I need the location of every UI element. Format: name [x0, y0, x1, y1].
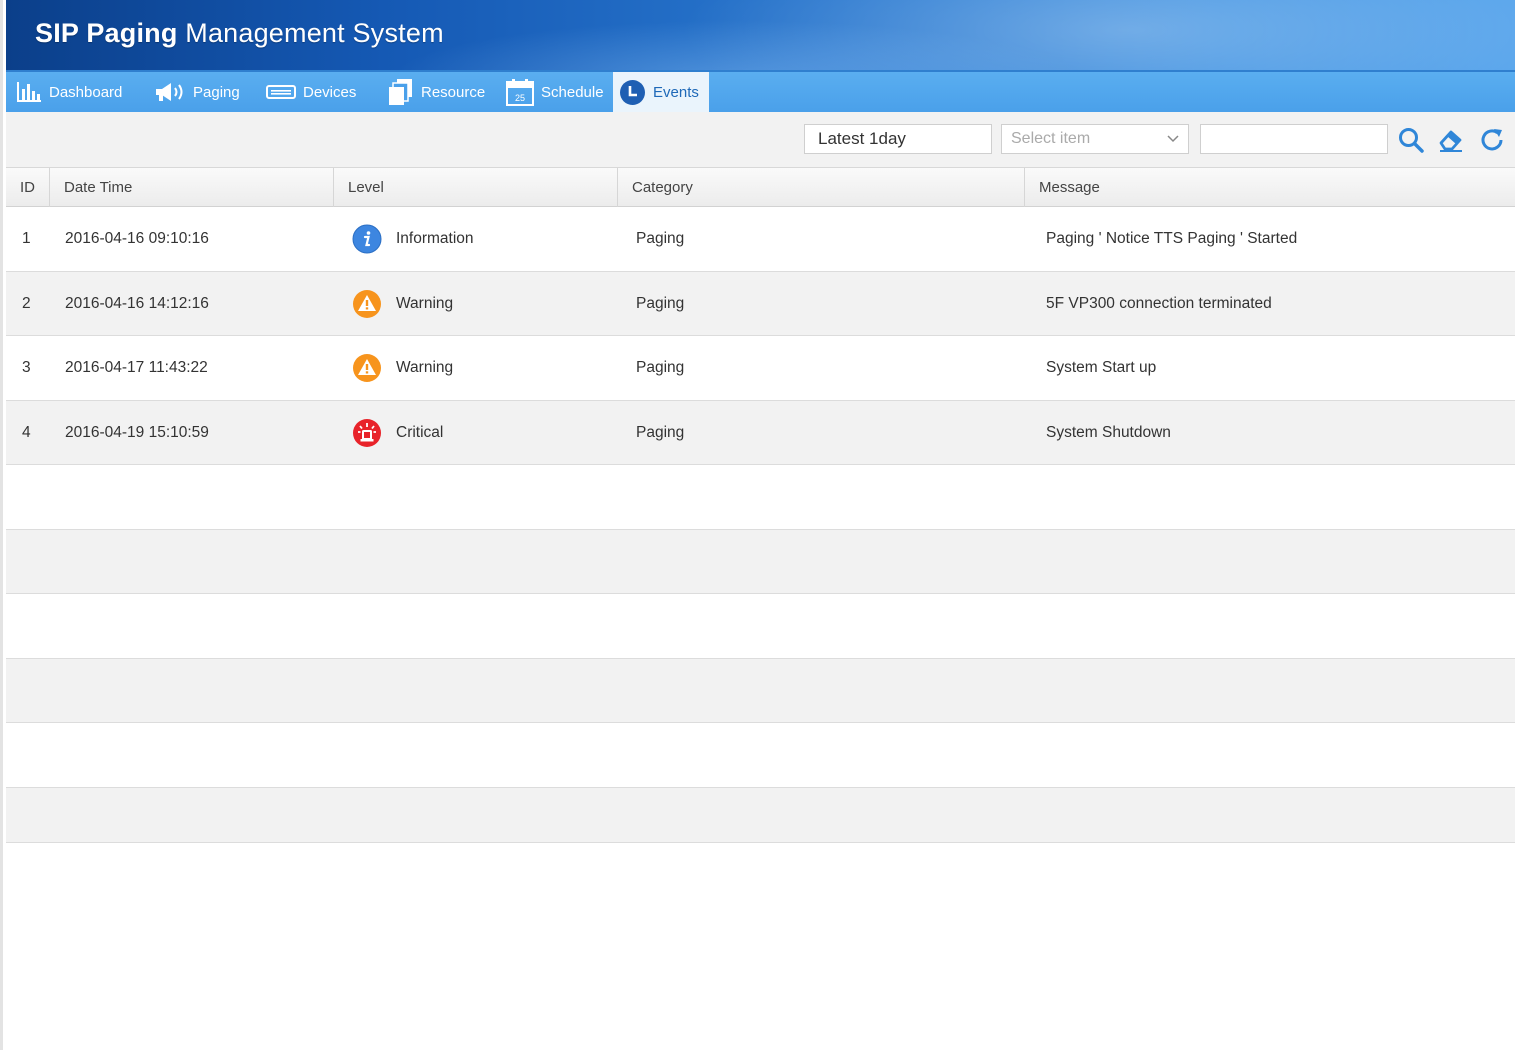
period-filter[interactable]: Latest 1day — [804, 124, 992, 154]
cell-message: System Shutdown — [1046, 423, 1171, 441]
nav-item-paging[interactable]: Paging — [154, 72, 240, 112]
critical-icon — [353, 418, 381, 447]
empty-row — [6, 529, 1515, 594]
cell-level: Critical — [352, 401, 443, 465]
cell-message: Paging ' Notice TTS Paging ' Started — [1046, 230, 1298, 247]
chevron-down-icon — [1167, 135, 1179, 143]
nav-label-devices: Devices — [303, 83, 357, 101]
header-glow-secondary — [386, 20, 1086, 70]
nav-item-devices[interactable]: Devices — [266, 72, 356, 112]
nav-label-paging: Paging — [193, 83, 240, 101]
app-header: SIP Paging Management System — [6, 0, 1515, 70]
category-select-placeholder: Select item — [1011, 130, 1091, 147]
col-header-level[interactable]: Level — [334, 168, 618, 207]
cell-id: 1 — [22, 230, 31, 247]
empty-row — [6, 594, 1515, 659]
bar-chart-icon — [17, 82, 41, 102]
nav-item-resource[interactable]: Resource — [388, 72, 485, 112]
table-row[interactable]: 2 2016-04-16 14:12:16 Warning Paging 5F … — [6, 271, 1515, 336]
app-title-rest: Management System — [177, 18, 444, 48]
col-header-datetime[interactable]: Date Time — [50, 168, 334, 207]
cell-id: 2 — [22, 294, 31, 312]
table-row[interactable]: 1 2016-04-16 09:10:16 Information Paging… — [6, 207, 1515, 272]
main-nav: Dashboard Paging Devices Resource 25 Sch… — [6, 70, 1515, 112]
refresh-button[interactable] — [1476, 124, 1508, 156]
level-label: Warning — [396, 294, 454, 312]
search-input[interactable] — [1200, 124, 1388, 154]
empty-row — [6, 787, 1515, 843]
cell-id: 4 — [22, 423, 31, 441]
nav-item-events[interactable]: Events — [613, 72, 709, 112]
warning-icon — [353, 289, 381, 318]
cell-datetime: 2016-04-17 11:43:22 — [65, 359, 208, 376]
cell-id: 3 — [22, 359, 31, 376]
device-icon — [266, 85, 296, 99]
cell-datetime: 2016-04-19 15:10:59 — [65, 423, 209, 441]
clear-button[interactable] — [1435, 124, 1467, 156]
cell-message: System Start up — [1046, 359, 1157, 376]
col-header-id[interactable]: ID — [6, 168, 50, 207]
period-filter-value: Latest 1day — [818, 129, 906, 148]
empty-row — [6, 658, 1515, 723]
nav-label-schedule: Schedule — [541, 83, 604, 101]
files-icon — [389, 79, 412, 105]
table-header: ID Date Time Level Category Message — [6, 168, 1515, 207]
calendar-day: 25 — [515, 93, 525, 103]
cell-level: Warning — [352, 336, 453, 400]
cell-category: Paging — [636, 294, 685, 312]
cell-datetime: 2016-04-16 14:12:16 — [65, 294, 209, 312]
cell-category: Paging — [636, 230, 685, 247]
app-window: SIP Paging Management System Dashboard P… — [0, 0, 1515, 1050]
level-label: Critical — [396, 423, 444, 441]
col-header-category[interactable]: Category — [618, 168, 1025, 207]
megaphone-icon — [156, 83, 183, 101]
app-title-bold: SIP Paging — [35, 18, 178, 48]
cell-category: Paging — [636, 423, 685, 441]
events-table: ID Date Time Level Category Message 1 20… — [6, 168, 1515, 843]
cell-level: Warning — [352, 272, 453, 336]
calendar-icon: 25 — [506, 79, 534, 106]
level-label: Information — [396, 230, 474, 247]
info-icon — [352, 224, 382, 254]
category-select[interactable]: Select item — [1001, 124, 1189, 154]
nav-item-dashboard[interactable]: Dashboard — [16, 72, 122, 112]
refresh-icon — [1481, 129, 1503, 151]
cell-level: Information — [352, 207, 474, 271]
app-title: SIP Paging Management System — [35, 18, 444, 49]
nav-label-dashboard: Dashboard — [49, 83, 123, 101]
search-icon — [1399, 128, 1424, 153]
nav-label-events: Events — [653, 83, 699, 101]
table-row[interactable]: 3 2016-04-17 11:43:22 Warning Paging Sys… — [6, 336, 1515, 401]
search-button[interactable] — [1395, 124, 1427, 156]
empty-row — [6, 723, 1515, 788]
nav-item-schedule[interactable]: 25 Schedule — [506, 72, 604, 112]
clock-icon — [620, 79, 645, 105]
warning-icon — [353, 354, 381, 382]
table-row[interactable]: 4 2016-04-19 15:10:59 Critical Paging Sy… — [6, 400, 1515, 465]
cell-category: Paging — [636, 359, 685, 376]
level-label: Warning — [396, 359, 454, 376]
col-header-message[interactable]: Message — [1025, 168, 1515, 207]
cell-datetime: 2016-04-16 09:10:16 — [65, 230, 209, 247]
eraser-icon — [1439, 130, 1462, 152]
nav-label-resource: Resource — [421, 83, 486, 101]
cell-message: 5F VP300 connection terminated — [1046, 294, 1272, 312]
filter-toolbar: Latest 1day Select item — [6, 112, 1515, 168]
empty-row — [6, 465, 1515, 530]
